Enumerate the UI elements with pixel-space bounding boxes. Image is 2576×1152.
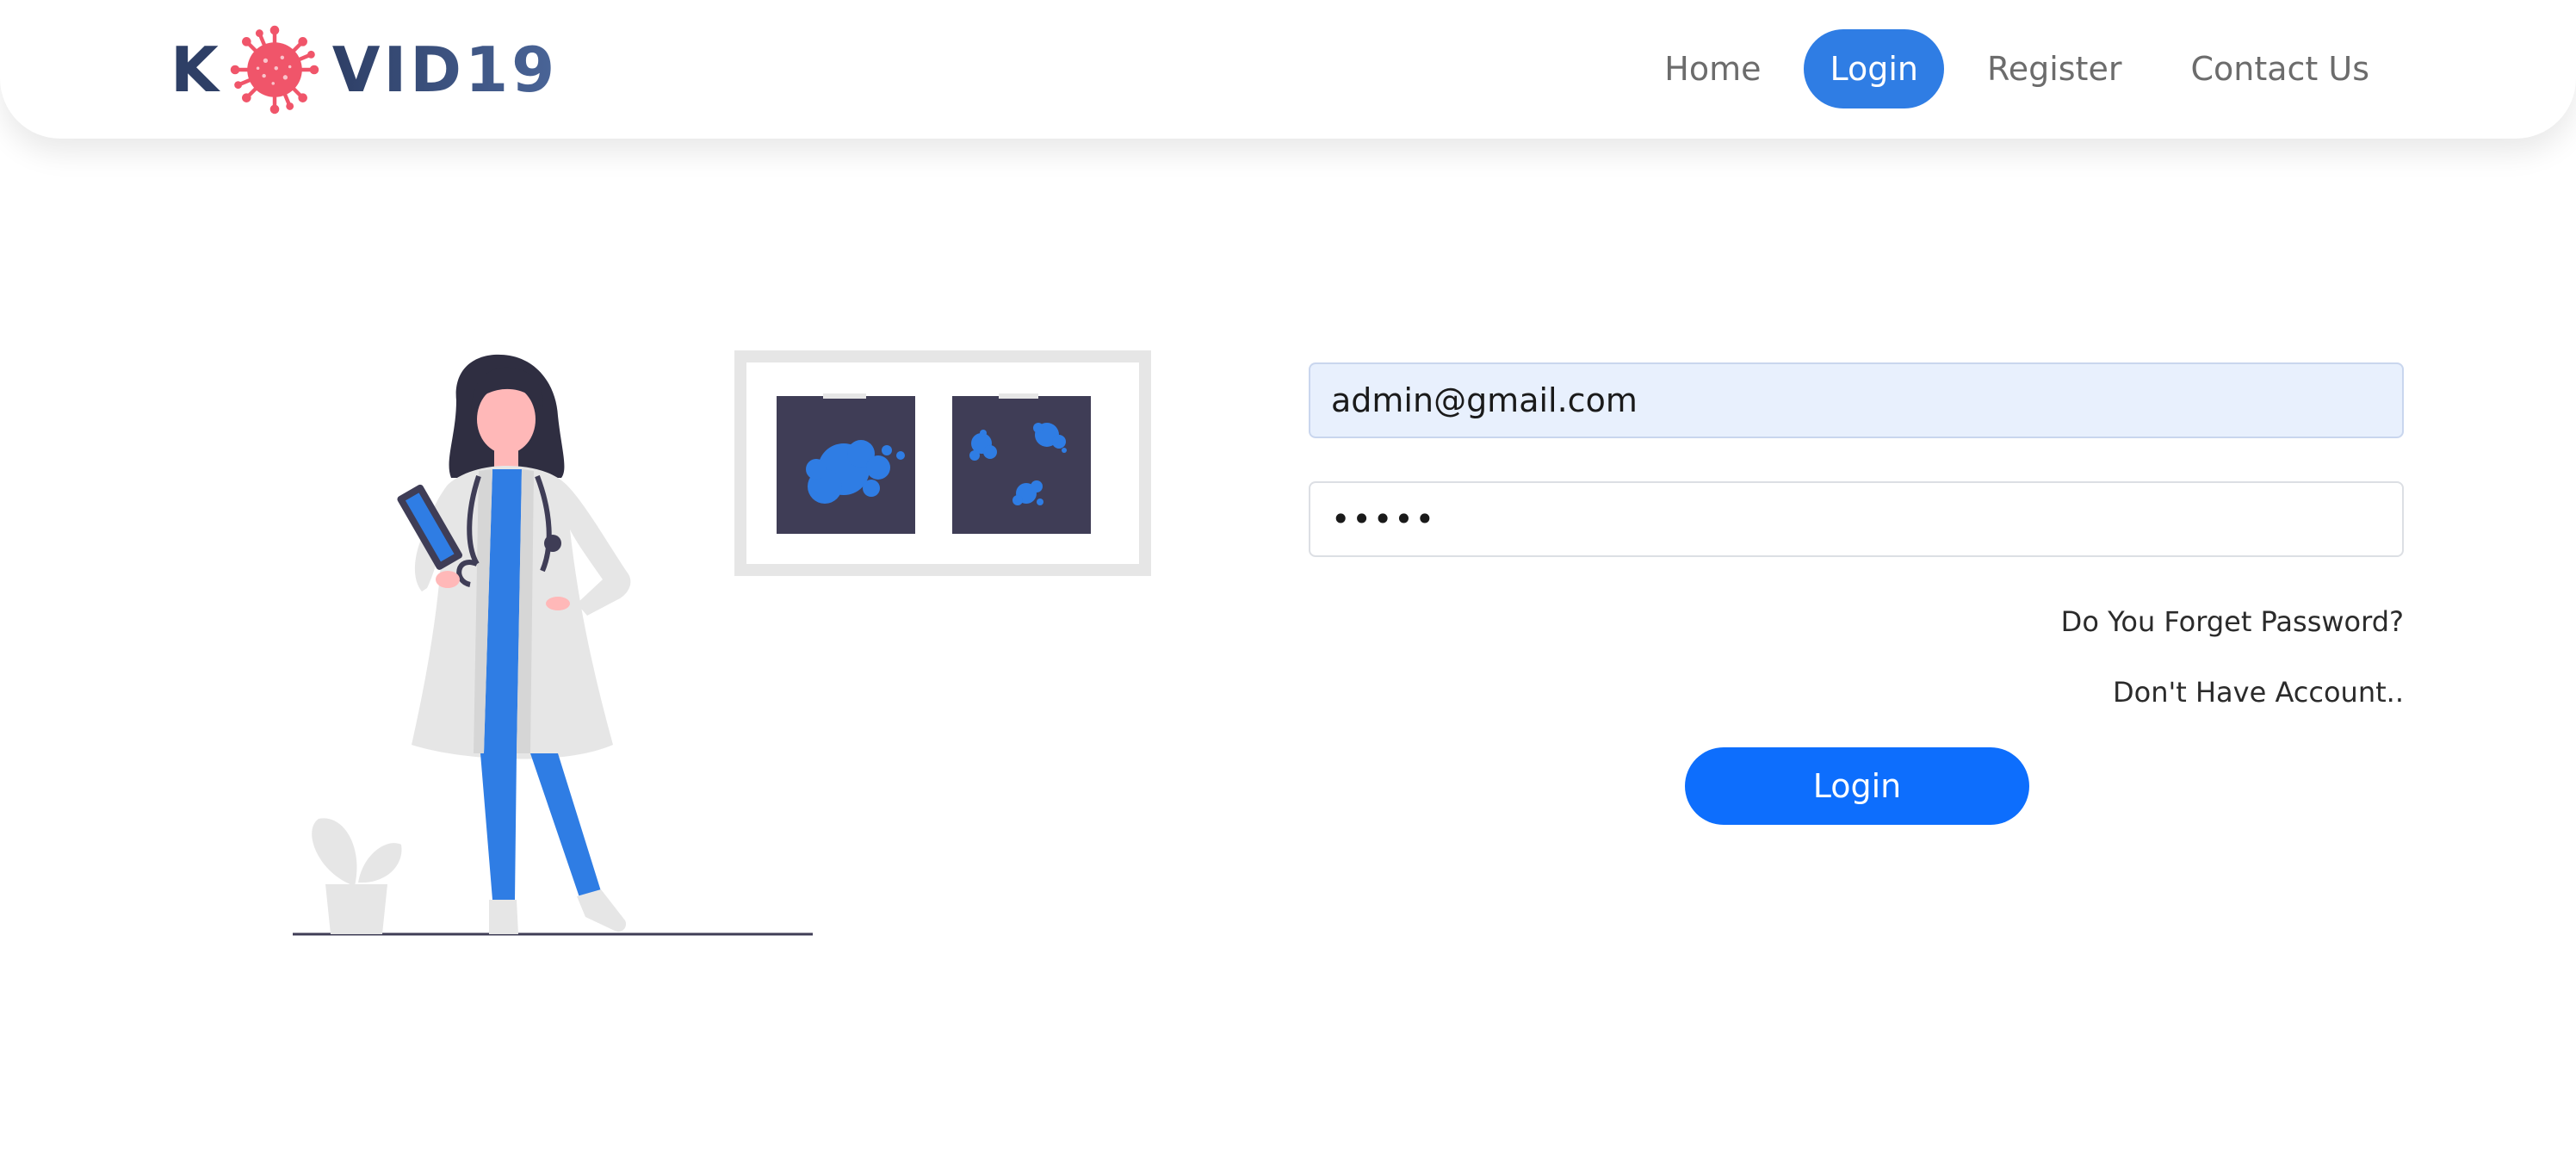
doctor-with-xray-illustration: [293, 350, 1151, 936]
forgot-password-link[interactable]: Do You Forget Password?: [1309, 605, 2404, 638]
plant-illustration: [312, 818, 402, 934]
login-submit-button[interactable]: Login: [1685, 747, 2029, 825]
nav-home[interactable]: Home: [1638, 29, 1786, 108]
nav-login[interactable]: Login: [1804, 29, 1944, 108]
password-input[interactable]: [1309, 481, 2404, 557]
nav-register[interactable]: Register: [1961, 29, 2147, 108]
login-form: Do You Forget Password? Don't Have Accou…: [1309, 362, 2404, 825]
nav-contact-us[interactable]: Contact Us: [2164, 29, 2395, 108]
logo-letter-k: K: [170, 34, 222, 106]
virus-icon: [230, 25, 319, 115]
navbar: K VID19 Home Login Register Contact Us: [0, 0, 2576, 139]
email-input[interactable]: [1309, 362, 2404, 438]
logo-text: VID19: [331, 34, 559, 106]
main-nav: Home Login Register Contact Us: [1621, 29, 2395, 108]
brand-logo[interactable]: K VID19: [170, 24, 558, 115]
no-account-link[interactable]: Don't Have Account..: [1309, 676, 2404, 709]
xray-frame-illustration: [734, 350, 1151, 576]
doctor-illustration: [397, 354, 631, 934]
